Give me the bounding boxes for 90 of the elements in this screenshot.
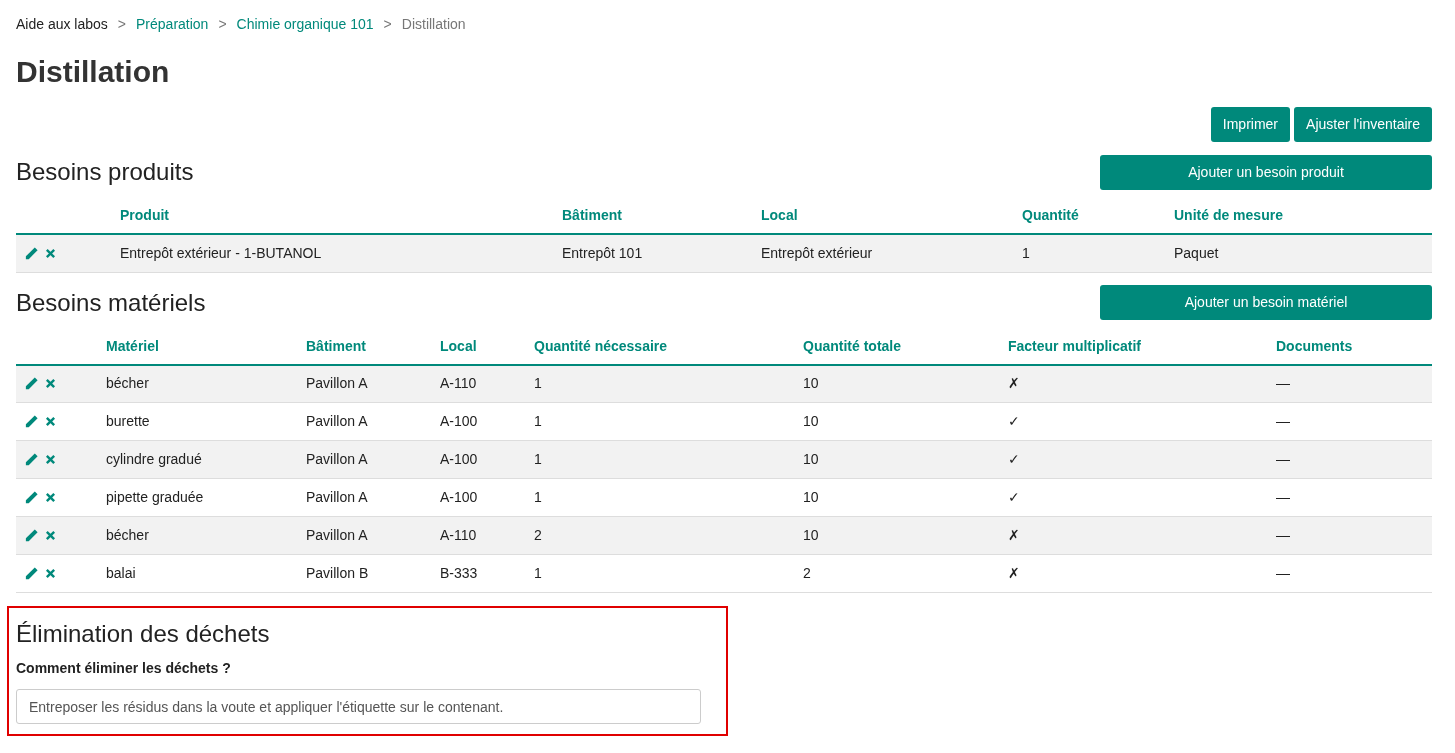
table-cell: A-100 xyxy=(440,489,478,505)
table-cell: ✗ xyxy=(1008,527,1020,543)
table-cell: 10 xyxy=(803,489,819,505)
table-cell: Entrepôt extérieur xyxy=(761,244,873,261)
breadcrumb-item: Distillation xyxy=(401,15,466,34)
column-header: Local xyxy=(761,207,798,223)
column-header: Quantité xyxy=(1022,207,1079,223)
add-button[interactable]: Ajouter un besoin matériel xyxy=(1100,285,1432,320)
table-cell: B-333 xyxy=(440,565,478,581)
table-cell: — xyxy=(1276,527,1290,543)
table-cell: 1 xyxy=(534,489,542,505)
column-header: Unité de mesure xyxy=(1174,207,1283,223)
table-cell: 10 xyxy=(803,527,819,543)
table-cell: balai xyxy=(106,565,136,581)
column-header: Produit xyxy=(120,207,169,223)
table-cell: burette xyxy=(106,413,150,429)
breadcrumb-item[interactable]: Chimie organique 101 xyxy=(236,14,374,35)
column-header: Quantité totale xyxy=(803,337,901,354)
table-cell: pipette graduée xyxy=(106,489,204,505)
column-header: Local xyxy=(440,337,477,354)
breadcrumb-separator: > xyxy=(217,15,228,34)
table-cell: 1 xyxy=(534,413,542,429)
table-cell: — xyxy=(1276,451,1290,467)
breadcrumb-separator: > xyxy=(382,15,393,34)
table-cell: bécher xyxy=(106,375,149,392)
table-cell: Pavillon B xyxy=(306,565,369,581)
pencil-icon[interactable] xyxy=(24,452,39,467)
table-cell: 2 xyxy=(534,527,542,543)
delete-icon[interactable] xyxy=(45,247,56,259)
table-cell: 10 xyxy=(803,451,819,467)
column-header: Bâtiment xyxy=(306,337,366,354)
table-cell: cylindre gradué xyxy=(106,451,202,467)
table-cell: ✗ xyxy=(1008,375,1020,392)
table-cell: 10 xyxy=(803,413,819,429)
table-cell: Pavillon A xyxy=(306,489,368,505)
table-cell: Pavillon A xyxy=(306,413,368,429)
pencil-icon[interactable] xyxy=(24,245,39,261)
section-heading: Besoins produits xyxy=(16,157,194,187)
table-cell: — xyxy=(1276,489,1290,505)
delete-icon[interactable] xyxy=(45,530,56,541)
pencil-icon[interactable] xyxy=(24,490,39,505)
delete-icon[interactable] xyxy=(45,568,56,579)
table-cell: ✓ xyxy=(1008,489,1020,505)
page-title: Distillation xyxy=(16,54,171,90)
table-cell: 1 xyxy=(534,451,542,467)
table-cell: A-100 xyxy=(440,451,478,467)
table-cell: ✗ xyxy=(1008,565,1020,581)
table-cell: Pavillon A xyxy=(306,375,368,392)
table-cell: 2 xyxy=(803,565,811,581)
breadcrumb-item[interactable]: Préparation xyxy=(136,14,209,35)
input-field[interactable]: Entreposer les résidus dans la voute et appliquer l'étiquette sur le contenant. xyxy=(16,689,701,724)
table-cell: — xyxy=(1276,413,1290,429)
column-header: Facteur multiplicatif xyxy=(1008,337,1142,354)
column-header: Matériel xyxy=(106,337,159,354)
pencil-icon[interactable] xyxy=(24,414,39,429)
table-cell: ✓ xyxy=(1008,451,1020,467)
table-cell: Pavillon A xyxy=(306,527,368,543)
table-cell: ✓ xyxy=(1008,413,1020,429)
delete-icon[interactable] xyxy=(45,454,56,465)
column-header: Bâtiment xyxy=(562,207,622,223)
delete-icon[interactable] xyxy=(45,378,56,390)
action-button[interactable]: Imprimer xyxy=(1210,107,1291,142)
pencil-icon[interactable] xyxy=(24,528,39,543)
column-header: Quantité nécessaire xyxy=(534,337,668,354)
table-cell: 10 xyxy=(803,375,819,392)
section-heading: Besoins matériels xyxy=(16,287,206,318)
action-button[interactable]: Ajuster l'inventaire xyxy=(1294,107,1432,142)
add-button[interactable]: Ajouter un besoin produit xyxy=(1100,154,1432,190)
delete-icon[interactable] xyxy=(45,416,56,427)
section-heading: Élimination des déchets xyxy=(16,619,271,649)
table-cell: A-110 xyxy=(440,375,477,392)
table-cell: bécher xyxy=(106,527,149,543)
field-label: Comment éliminer les déchets ? xyxy=(16,659,232,678)
breadcrumb-separator: > xyxy=(116,15,128,34)
table-cell: — xyxy=(1276,565,1290,581)
table-cell: Pavillon A xyxy=(306,451,368,467)
breadcrumb-item: Aide aux labos xyxy=(16,15,108,34)
pencil-icon[interactable] xyxy=(24,566,39,581)
table-cell: — xyxy=(1276,375,1290,392)
table-cell: Entrepôt extérieur - 1-BUTANOL xyxy=(120,244,322,261)
delete-icon[interactable] xyxy=(45,492,56,503)
table-cell: 1 xyxy=(534,565,542,581)
table-cell: Paquet xyxy=(1174,244,1219,261)
column-header: Documents xyxy=(1276,337,1353,354)
table-cell: A-100 xyxy=(440,413,478,429)
table-cell: 1 xyxy=(1022,244,1030,261)
table-cell: 1 xyxy=(534,375,542,392)
table-cell: Entrepôt 101 xyxy=(562,244,643,261)
table-cell: A-110 xyxy=(440,527,477,543)
pencil-icon[interactable] xyxy=(24,376,39,392)
